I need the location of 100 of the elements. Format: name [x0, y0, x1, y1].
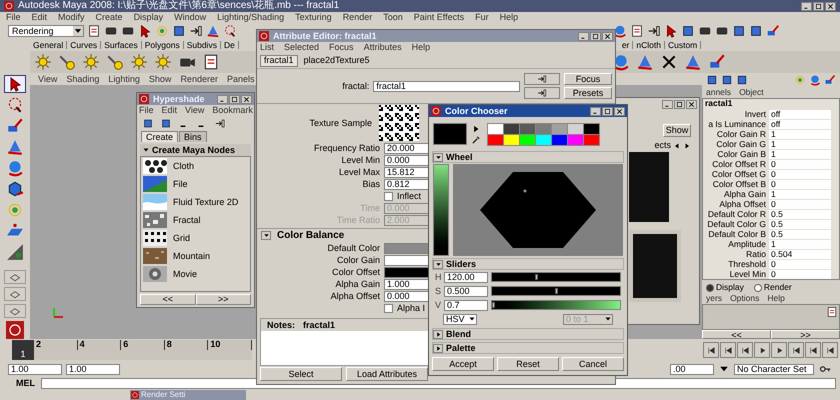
texture-swatch[interactable] [143, 266, 167, 282]
menu-item[interactable]: Help [767, 294, 785, 303]
node-label[interactable]: Fractal [173, 216, 201, 224]
maximize-button[interactable] [602, 106, 613, 116]
menu-item[interactable]: Object [739, 88, 764, 97]
icon-button[interactable] [524, 87, 560, 99]
menu-item[interactable]: Options [730, 294, 760, 303]
slider-thumb[interactable] [534, 274, 538, 280]
playback-button[interactable] [822, 342, 838, 358]
menu-item[interactable]: Shading [66, 74, 100, 84]
input-field[interactable]: 1.00 [66, 364, 120, 374]
color-swatch[interactable] [504, 124, 519, 134]
menu-item[interactable]: Texturing [295, 13, 332, 22]
document-icon[interactable] [202, 53, 220, 71]
sun-icon[interactable] [130, 53, 148, 71]
playback-button[interactable] [720, 342, 736, 358]
tab[interactable]: Bins [179, 131, 207, 142]
input-field[interactable]: 0.000 [384, 154, 430, 166]
document-icon[interactable] [826, 306, 838, 318]
menu-item[interactable]: Window [174, 13, 206, 22]
layout-icon[interactable] [4, 287, 26, 301]
sphere-icon[interactable] [613, 24, 627, 38]
menu-item[interactable]: View [38, 74, 58, 84]
channel-value[interactable]: 0.5 [769, 220, 831, 228]
arrow-into-box-icon[interactable] [213, 118, 227, 128]
menu-item[interactable]: List [260, 43, 274, 52]
texture-swatch[interactable] [143, 230, 167, 246]
cross-icon[interactable] [660, 53, 678, 71]
scroll-right-icon[interactable] [683, 142, 691, 150]
menu-item[interactable]: File [6, 13, 21, 22]
input-field[interactable]: .00 [670, 364, 714, 374]
menu-item[interactable]: Help [500, 13, 518, 22]
input-field[interactable]: 0.000 [384, 290, 430, 302]
color-swatch[interactable] [504, 134, 519, 144]
collapse-button[interactable] [261, 231, 271, 240]
cone-icon[interactable] [206, 24, 220, 38]
playback-button[interactable] [788, 342, 804, 358]
spotlight-icon[interactable] [58, 53, 76, 71]
collapse-button[interactable] [433, 260, 443, 268]
layout-icon[interactable] [4, 304, 26, 318]
menu-item[interactable]: Bookmark [212, 106, 253, 115]
shelf-tab[interactable]: Curves [67, 40, 102, 50]
button[interactable]: Cancel [562, 357, 624, 371]
input-field[interactable]: 20.000 [384, 142, 430, 154]
button[interactable]: Focus [564, 73, 612, 85]
texture-swatch[interactable] [143, 194, 167, 210]
button[interactable]: << [702, 330, 771, 339]
slider-track[interactable] [491, 300, 621, 310]
menu-item[interactable]: Help [412, 43, 430, 52]
menu-item[interactable]: Create [96, 13, 123, 22]
collapse-button[interactable] [433, 330, 443, 338]
button[interactable]: Presets [564, 87, 612, 99]
color-swatch[interactable] [536, 124, 551, 134]
square-icon[interactable] [732, 24, 746, 38]
menu-item[interactable]: File [139, 106, 154, 115]
slider-thumb[interactable] [555, 288, 558, 294]
menu-item[interactable]: Paint Effects [414, 13, 464, 22]
scroll-left-icon[interactable] [673, 142, 681, 150]
menu-item[interactable]: Attributes [364, 43, 402, 52]
menu-item[interactable]: Focus [329, 43, 354, 52]
menu-item[interactable]: Edit [32, 13, 48, 22]
square-icon[interactable] [736, 74, 748, 86]
brush-icon[interactable] [824, 74, 836, 86]
shelf-tab[interactable]: Custom [664, 40, 702, 50]
channel-value[interactable]: 0.5 [769, 230, 831, 238]
color-swatch[interactable] [488, 124, 503, 134]
channel-value[interactable]: off [769, 120, 831, 128]
menu-item[interactable]: Renderer [180, 74, 218, 84]
close-button[interactable] [825, 2, 836, 10]
input-field[interactable]: 1.00 [8, 364, 62, 374]
playback-button[interactable] [805, 342, 821, 358]
tab[interactable]: Create [141, 131, 178, 142]
color-swatch[interactable] [568, 134, 583, 144]
color-swatch[interactable] [584, 124, 599, 134]
button[interactable]: Reset [497, 357, 559, 371]
maximize-button[interactable] [674, 100, 685, 108]
square-icon[interactable] [172, 24, 186, 38]
square-icon[interactable] [749, 24, 763, 38]
cursor-icon[interactable] [664, 24, 678, 38]
sun-icon[interactable] [34, 53, 52, 71]
button[interactable]: << [140, 294, 196, 305]
playback-button[interactable] [703, 342, 719, 358]
cursor-icon[interactable] [4, 75, 26, 93]
close-button[interactable] [241, 94, 252, 104]
tab[interactable]: fractal1 [260, 54, 298, 66]
shelf-tab[interactable]: Polygons [142, 40, 184, 50]
square-icon[interactable] [706, 74, 718, 86]
color-swatch[interactable] [568, 124, 583, 134]
node-label[interactable]: Cloth [173, 162, 194, 170]
menu-set-dropdown[interactable]: Rendering [8, 25, 84, 37]
shelf-tab[interactable]: nCloth [633, 40, 665, 50]
channel-value[interactable]: 1 [769, 190, 831, 198]
playback-button[interactable] [754, 342, 770, 358]
shelf-tab[interactable]: er [618, 40, 634, 50]
button[interactable]: Select [260, 367, 342, 381]
shelf-tab[interactable]: Subdivs [184, 40, 221, 50]
channel-value[interactable]: 1 [769, 240, 831, 248]
cursor-icon[interactable] [138, 24, 152, 38]
eyedropper-icon[interactable] [471, 134, 481, 144]
color-swatch[interactable] [552, 134, 567, 144]
